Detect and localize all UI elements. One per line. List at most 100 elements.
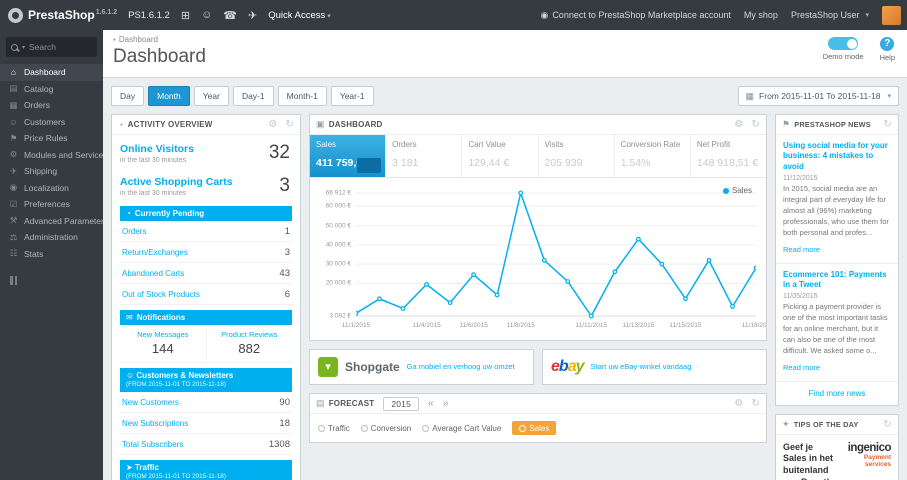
x-tick-label: 11/13/2015 [622,322,655,329]
next-year-icon[interactable]: » [443,398,449,409]
pending-orders-link[interactable]: Orders [122,227,146,236]
search-input[interactable] [29,42,86,52]
sidebar-item-catalog[interactable]: ▤ Catalog [0,81,103,98]
sidebar-item-advanced-parameters[interactable]: ⚒ Advanced Parameters [0,213,103,230]
refresh-icon[interactable]: ↻ [285,119,294,130]
person-icon[interactable]: ☺ [201,9,212,21]
sidebar-item-orders[interactable]: ▦ Orders [0,97,103,114]
kpi-tab-net-profit[interactable]: Net Profit 148 918,51 € [691,135,766,177]
kpi-tab-cart-value[interactable]: Cart Value 129,44 € [462,135,539,177]
marketplace-connect-link[interactable]: ◉ Connect to PrestaShop Marketplace accou… [540,10,730,21]
tips-headline: Geef je Sales in het buitenland een Boos… [783,441,834,480]
filter-month-1-button[interactable]: Month-1 [277,86,327,106]
shopgate-link[interactable]: Ga mobiel en verhoog uw omzet [407,362,515,372]
sidebar-item-stats[interactable]: ☷ Stats [0,246,103,263]
forecast-legend-conversion[interactable]: Conversion [360,424,411,433]
new-customers-link[interactable]: New Customers [122,398,179,407]
find-more-news-link[interactable]: Find more news [776,382,898,405]
administration-icon: ⚖ [9,231,18,242]
date-filter-bar: Day Month Year Day-1 Month-1 Year-1 ▦ Fr… [103,78,907,106]
news-title: PRESTASHOP NEWS [794,120,871,129]
quick-access-menu[interactable]: Quick Access ▾ [268,10,331,21]
prev-year-icon[interactable]: « [428,398,434,409]
chart-plot-area: Sales [356,186,756,320]
chart-legend[interactable]: Sales [722,186,752,195]
sidebar-item-customers[interactable]: ☺ Customers [0,114,103,131]
refresh-icon[interactable]: ↻ [751,398,760,409]
demo-mode-toggle[interactable] [828,37,859,50]
support-icon[interactable]: ☎ [223,9,237,22]
article-title-link[interactable]: Ecommerce 101: Payments in a Tweet [783,270,891,291]
ebay-link[interactable]: Start uw eBay-winkel vandaag [591,362,692,372]
refresh-icon[interactable]: ↻ [883,119,892,130]
date-range-picker[interactable]: ▦ From 2015-11-01 To 2015-11-18 ▾ [737,86,899,106]
forecast-legend-sales[interactable]: Sales [512,421,557,435]
kpi-tab-sales[interactable]: Sales 411 759,00 € [310,135,387,177]
sidebar-item-modules[interactable]: ⚙ Modules and Services [0,147,103,164]
user-menu[interactable]: PrestaShop User ▾ [791,10,869,20]
y-tick-label: 20 000 € [325,279,351,287]
x-tick-label: 11/15/2015 [669,322,702,329]
sidebar-item-administration[interactable]: ⚖ Administration [0,229,103,246]
forecast-legend-average-cart-value[interactable]: Average Cart Value [422,424,501,433]
x-tick-label: 11/1/2015 [341,322,371,329]
avatar[interactable] [882,5,901,25]
help-label: Help [879,53,895,62]
news-article: Using social media for your business: 4 … [776,135,898,264]
read-more-link[interactable]: Read more [783,245,820,254]
sidebar-item-price-rules[interactable]: ⚑ Price Rules [0,130,103,147]
help-icon[interactable]: ? [880,37,895,51]
abandoned-carts-link[interactable]: Abandoned Carts [122,269,184,278]
filter-day-button[interactable]: Day [111,86,145,106]
breadcrumb[interactable]: ▪ Dashboard [113,35,897,44]
prestashop-logo-icon [8,7,23,23]
filter-month-button[interactable]: Month [148,86,190,106]
filter-day-1-button[interactable]: Day-1 [232,86,274,106]
shopgate-logo: Shopgate [345,360,400,374]
gear-icon[interactable]: ⚙ [734,398,743,409]
cart-icon[interactable]: ⊞ [181,9,190,22]
sidebar-item-shipping[interactable]: ✈ Shipping [0,163,103,180]
online-visitors-link[interactable]: Online Visitors [120,143,292,155]
out-of-stock-link[interactable]: Out of Stock Products [122,290,200,299]
total-subscribers-link[interactable]: Total Subscribers [122,440,183,449]
sidebar-menu: ⌂ Dashboard ▤ Catalog ▦ Orders ☺ Customers ⚑… [0,64,103,262]
pending-orders-row: Orders 1 [120,221,292,242]
sidebar-item-dashboard[interactable]: ⌂ Dashboard [0,64,103,81]
article-title-link[interactable]: Using social media for your business: 4 … [783,141,891,172]
refresh-icon[interactable]: ↻ [883,419,892,430]
abandoned-carts-value: 43 [279,267,290,279]
my-shop-link[interactable]: My shop [744,10,778,20]
gear-icon[interactable]: ⚙ [268,119,277,130]
filter-year-button[interactable]: Year [193,86,229,106]
forecast-year-select[interactable]: 2015 [383,396,420,411]
sidebar-search[interactable]: ▾ [6,37,97,57]
gear-icon[interactable]: ⚙ [734,119,743,130]
kpi-tab-conversion-rate[interactable]: Conversion Rate 1.54% [615,135,691,177]
sales-chart-svg [356,190,756,319]
read-more-link[interactable]: Read more [783,363,820,372]
prestashop-logo[interactable]: PrestaShop1.6.1.2 [8,7,117,23]
new-messages-cell[interactable]: New Messages 144 [120,325,206,362]
product-reviews-cell[interactable]: Product Reviews 882 [205,325,293,362]
notifications-row: New Messages 144 Product Reviews 882 [120,325,292,363]
pending-returns-link[interactable]: Return/Exchanges [122,248,188,257]
shopgate-promo: ▾ Shopgate Ga mobiel en verhoog uw omzet [309,349,534,385]
forecast-legend-traffic[interactable]: Traffic [318,424,350,433]
filter-year-1-button[interactable]: Year-1 [330,86,374,106]
sidebar-item-preferences[interactable]: ☑ Preferences [0,196,103,213]
collapse-sidebar-icon[interactable] [10,276,103,285]
customers-newsletters-header: ☺ Customers & Newsletters (FROM 2015-11-… [120,368,292,392]
active-carts-link[interactable]: Active Shopping Carts [120,176,292,188]
traffic-header: ➤ Traffic (FROM 2015-11-01 TO 2015-11-18… [120,460,292,480]
refresh-icon[interactable]: ↻ [751,119,760,130]
rocket-icon[interactable]: ✈ [248,9,257,22]
dashboard-icon: ▣ [316,119,325,129]
chevron-down-icon: ▾ [865,12,869,19]
new-subscriptions-link[interactable]: New Subscriptions [122,419,188,428]
kpi-tab-visits[interactable]: Visits 205 939 [539,135,615,177]
kpi-tab-orders[interactable]: Orders 3 181 [386,135,463,177]
sales-mini-badge [357,158,382,173]
sidebar-item-localization[interactable]: ◉ Localization [0,180,103,197]
legend-dot-icon [422,424,430,432]
